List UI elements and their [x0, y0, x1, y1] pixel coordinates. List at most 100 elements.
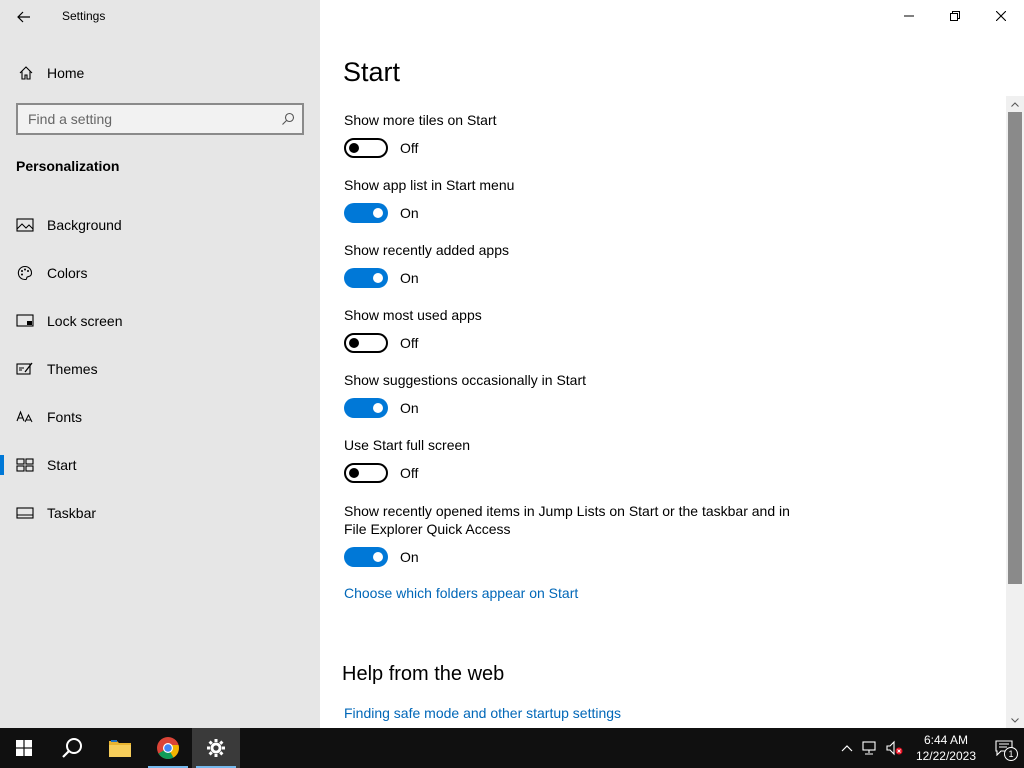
volume-button[interactable]: [882, 728, 908, 768]
setting-more-tiles: Show more tiles on Start Off: [344, 111, 497, 158]
taskbar: 6:44 AM 12/22/2023 1: [0, 728, 1024, 768]
setting-suggestions: Show suggestions occasionally in Start O…: [344, 371, 586, 418]
start-icon: [15, 458, 35, 472]
sidebar-item-label: Themes: [47, 361, 98, 377]
scroll-thumb[interactable]: [1008, 112, 1022, 584]
taskbar-icon: [15, 507, 35, 519]
sidebar-item-themes[interactable]: Themes: [0, 345, 320, 393]
minimize-icon: [904, 15, 914, 17]
safe-mode-help-link[interactable]: Finding safe mode and other startup sett…: [344, 705, 621, 721]
search-icon: [62, 738, 82, 758]
lock-screen-icon: [15, 314, 35, 328]
scroll-down-button[interactable]: [1006, 712, 1024, 728]
chevron-down-icon: [1011, 717, 1019, 723]
help-section-title: Help from the web: [342, 663, 505, 685]
toggle-state-text: On: [400, 270, 419, 286]
back-arrow-icon: [17, 11, 30, 23]
chevron-up-icon: [841, 744, 853, 751]
sidebar-nav: Background Colors Lock screen Themes Fon…: [0, 201, 320, 537]
jump-lists-toggle[interactable]: [344, 547, 388, 567]
choose-folders-link[interactable]: Choose which folders appear on Start: [344, 585, 578, 601]
minimize-button[interactable]: [886, 0, 932, 32]
show-hidden-icons-button[interactable]: [836, 728, 858, 768]
close-icon: [996, 11, 1006, 21]
home-icon: [16, 65, 36, 81]
sidebar-item-label: Lock screen: [47, 313, 123, 329]
setting-most-used: Show most used apps Off: [344, 306, 482, 353]
search-input[interactable]: [18, 111, 274, 127]
search-box[interactable]: [16, 103, 304, 135]
start-button[interactable]: [0, 728, 48, 768]
restore-button[interactable]: [932, 0, 978, 32]
volume-muted-icon: [886, 740, 903, 756]
chrome-button[interactable]: [144, 728, 192, 768]
system-tray: 6:44 AM 12/22/2023 1: [836, 728, 1024, 768]
toggle-state-text: Off: [400, 335, 419, 351]
sidebar-item-label: Background: [47, 217, 122, 233]
settings-taskbar-button[interactable]: [192, 728, 240, 768]
setting-label-line2: File Explorer Quick Access: [344, 521, 511, 537]
clock[interactable]: 6:44 AM 12/22/2023: [908, 728, 984, 768]
sidebar-item-label: Start: [47, 457, 77, 473]
setting-label: Show suggestions occasionally in Start: [344, 372, 587, 388]
picture-icon: [15, 218, 35, 232]
setting-label: Show most used apps: [344, 307, 482, 323]
sidebar-item-background[interactable]: Background: [0, 201, 320, 249]
settings-icon: [207, 739, 225, 757]
vertical-scrollbar[interactable]: [1006, 96, 1024, 728]
window-controls: [886, 0, 1024, 32]
more-tiles-toggle[interactable]: [344, 138, 388, 158]
home-label: Home: [47, 65, 85, 81]
full-screen-toggle[interactable]: [344, 463, 388, 483]
section-title: Personalization: [16, 158, 120, 174]
most-used-toggle[interactable]: [344, 333, 388, 353]
notification-count-badge: 1: [1004, 747, 1018, 761]
chrome-icon: [157, 737, 179, 759]
windows-logo-icon: [16, 740, 32, 756]
restore-icon: [950, 11, 960, 21]
sidebar-item-label: Colors: [47, 265, 88, 281]
app-list-toggle[interactable]: [344, 203, 388, 223]
palette-icon: [15, 265, 35, 281]
toggle-state-text: Off: [400, 140, 419, 156]
taskbar-search-button[interactable]: [48, 728, 96, 768]
sidebar-item-start[interactable]: Start: [0, 441, 320, 489]
setting-app-list: Show app list in Start menu On: [344, 176, 514, 223]
setting-label: Show more tiles on Start: [344, 112, 497, 128]
scroll-up-button[interactable]: [1006, 96, 1024, 112]
file-explorer-button[interactable]: [96, 728, 144, 768]
app-title: Settings: [62, 9, 106, 23]
setting-label-line1: Show recently opened items in Jump Lists…: [344, 503, 790, 519]
page-title: Start: [343, 57, 401, 87]
setting-recently-added: Show recently added apps On: [344, 241, 509, 288]
sidebar-item-label: Fonts: [47, 409, 83, 425]
setting-full-screen: Use Start full screen Off: [344, 436, 470, 483]
action-center-button[interactable]: 1: [984, 728, 1024, 768]
toggle-state-text: On: [400, 549, 419, 565]
clock-time: 6:44 AM: [923, 733, 968, 747]
sidebar: Settings Home Personalization Background…: [0, 0, 320, 728]
back-button[interactable]: [8, 2, 40, 32]
toggle-state-text: Off: [400, 465, 419, 481]
clock-date: 12/22/2023: [915, 749, 976, 763]
file-explorer-icon: [109, 740, 131, 757]
toggle-state-text: On: [400, 400, 419, 416]
home-nav-item[interactable]: Home: [0, 56, 320, 90]
fonts-icon: [15, 410, 35, 424]
setting-label: Show recently added apps: [344, 242, 509, 258]
recently-added-toggle[interactable]: [344, 268, 388, 288]
sidebar-item-fonts[interactable]: Fonts: [0, 393, 320, 441]
sidebar-item-taskbar[interactable]: Taskbar: [0, 489, 320, 537]
main-content: Start Show more tiles on Start Off Show …: [320, 0, 1024, 728]
sidebar-item-lock-screen[interactable]: Lock screen: [0, 297, 320, 345]
search-icon[interactable]: [274, 112, 302, 126]
title-bar: Settings: [0, 0, 320, 34]
network-icon: [862, 741, 876, 755]
sidebar-item-colors[interactable]: Colors: [0, 249, 320, 297]
themes-icon: [15, 361, 35, 377]
close-button[interactable]: [978, 0, 1024, 32]
setting-label: Use Start full screen: [344, 437, 471, 453]
setting-jump-lists: Show recently opened items in Jump Lists…: [344, 502, 790, 567]
network-button[interactable]: [858, 728, 882, 768]
suggestions-toggle[interactable]: [344, 398, 388, 418]
